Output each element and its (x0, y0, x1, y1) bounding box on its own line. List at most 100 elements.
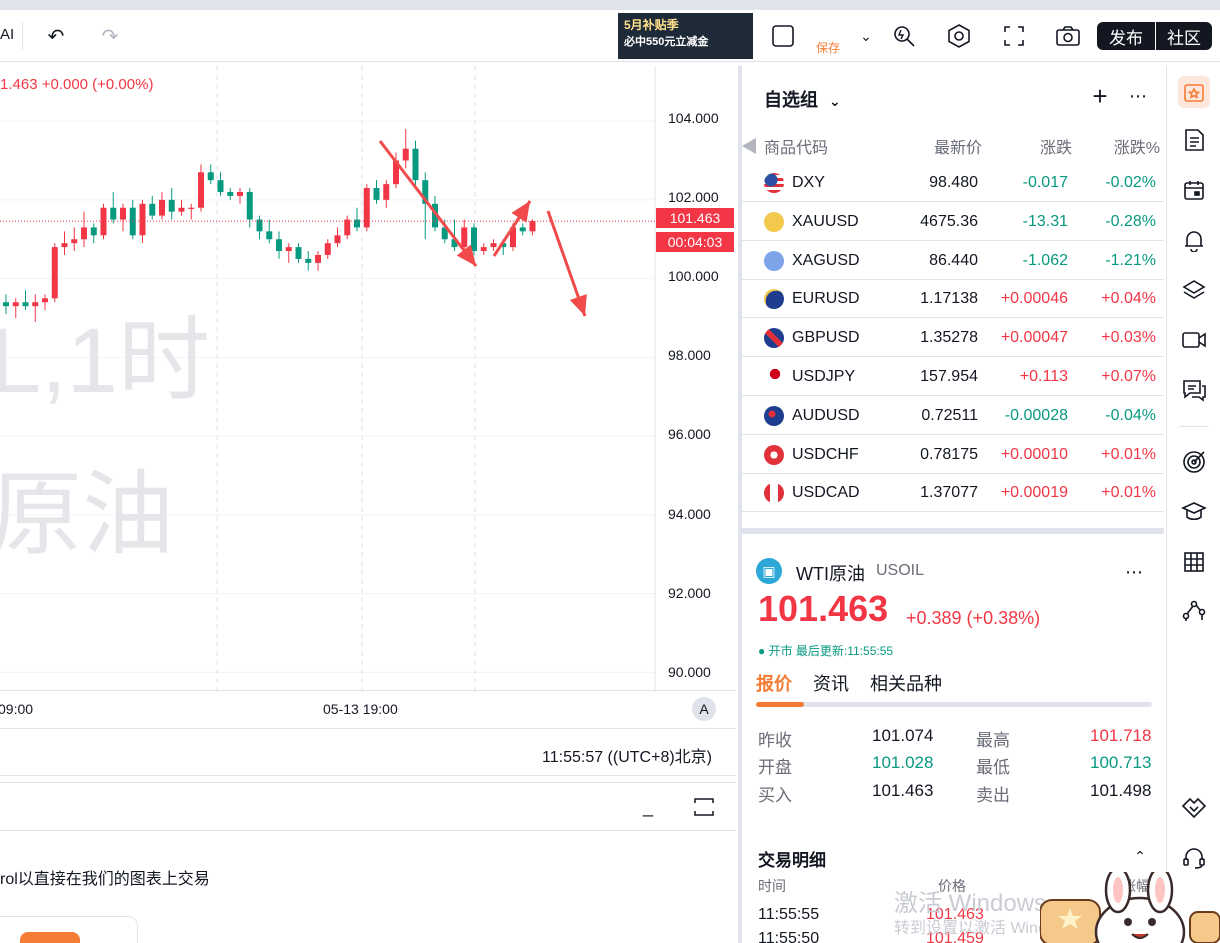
row-change: +0.00047 (1000, 329, 1068, 347)
watchlist-row[interactable]: USDJPY 157.954 +0.113 +0.07% (742, 358, 1164, 396)
row-last: 98.480 (929, 174, 978, 191)
bid-value: 101.463 (872, 781, 934, 800)
trading-panel-header: _ (0, 783, 736, 831)
candle-body (90, 227, 97, 236)
last-price-tag: 101.463 (656, 208, 734, 228)
broker-connect-text: rol以直接在我们的图表上交易 (0, 871, 210, 888)
trading-panel: _ rol以直接在我们的图表上交易 (0, 782, 736, 943)
price-axis-label: 104.000 (668, 110, 719, 126)
settings-hexagon-icon[interactable] (945, 22, 973, 50)
promo-banner[interactable]: 5月补贴季 必中550元立减金 (618, 13, 753, 59)
add-symbol-icon[interactable]: + (1086, 81, 1114, 111)
candle-body (412, 148, 419, 181)
camera-icon[interactable] (1054, 22, 1082, 50)
community-button[interactable]: 社区 (1156, 22, 1212, 50)
annotation-arrow-line (378, 140, 478, 267)
trade-time: 11:55:55 (758, 906, 820, 923)
chat-icon[interactable] (1178, 374, 1210, 406)
open-value: 101.028 (872, 753, 934, 772)
more-icon[interactable]: ⋯ (1120, 558, 1148, 586)
publish-button[interactable]: 发布 (1097, 22, 1155, 50)
minimize-icon[interactable]: _ (634, 793, 662, 821)
watchlist-icon[interactable] (1178, 76, 1210, 108)
ai-label[interactable]: AI (0, 26, 14, 43)
clock-timezone[interactable]: 11:55:57 ((UTC+8)北京) (542, 743, 712, 767)
save-button[interactable]: 保存 (816, 39, 840, 56)
news-icon[interactable] (1178, 124, 1210, 156)
watchlist-row[interactable]: USDCAD 1.37077 +0.00019 +0.01% (742, 474, 1164, 513)
layers-icon[interactable] (1178, 274, 1210, 306)
trades-title[interactable]: 交易明细 (758, 846, 826, 871)
col-change-pct[interactable]: 涨跌% (1114, 134, 1160, 158)
watchlist-row[interactable]: XAUUSD 4675.36 -13.31 -0.28% (742, 203, 1164, 241)
connect-button[interactable] (20, 932, 80, 943)
support-headset-icon[interactable] (1178, 842, 1210, 874)
window-strip (0, 0, 1220, 10)
candle-body (110, 207, 117, 220)
col-change[interactable]: 涨跌 (1040, 134, 1072, 158)
more-icon[interactable]: ⋯ (1124, 82, 1152, 110)
chart-pane[interactable]: 1.463 +0.000 (+0.00%) L,1时 原油 104.000 102… (0, 66, 736, 726)
rabbit-sticker-icon[interactable] (1040, 872, 1220, 943)
candle-body (149, 203, 156, 216)
collapse-arrow-icon[interactable] (742, 138, 756, 154)
watchlist-title[interactable]: 自选组 ⌄ (764, 86, 841, 112)
col-symbol[interactable]: 商品代码 (764, 134, 828, 158)
watchlist-row[interactable]: EURUSD 1.17138 +0.00046 +0.04% (742, 280, 1164, 319)
education-icon[interactable] (1178, 496, 1210, 528)
row-change-pct: -0.02% (1105, 174, 1156, 191)
tab-related[interactable]: 相关品种 (870, 674, 942, 694)
fullscreen-icon[interactable] (1000, 22, 1028, 50)
candle-body (178, 207, 185, 212)
row-change: -0.017 (1022, 174, 1068, 191)
tab-quote[interactable]: 报价 (756, 674, 792, 694)
tab-news[interactable]: 资讯 (813, 674, 849, 694)
candle-body (266, 231, 273, 240)
watchlist-header: 商品代码 最新价 涨跌 涨跌% (742, 134, 1168, 158)
video-icon[interactable] (1178, 324, 1210, 356)
row-change: +0.00046 (1000, 290, 1068, 308)
table-icon[interactable] (1178, 546, 1210, 578)
chevron-up-icon[interactable]: ⌃ (1126, 842, 1154, 870)
handshake-icon[interactable] (1178, 792, 1210, 824)
row-change: -13.31 (1022, 212, 1068, 230)
watchlist-row[interactable]: XAGUSD 86.440 -1.062 -1.21% (742, 242, 1164, 280)
row-last: 157.954 (920, 368, 978, 385)
col-last[interactable]: 最新价 (934, 134, 982, 158)
candle-body (480, 247, 487, 252)
row-change-pct: +0.01% (1101, 445, 1156, 463)
watchlist-title-text: 自选组 (764, 90, 818, 110)
candle-body (461, 227, 468, 248)
watchlist-row[interactable]: DXY 98.480 -0.017 -0.02% (742, 164, 1164, 202)
row-change-pct: +0.04% (1101, 290, 1156, 308)
candle-body (188, 207, 195, 209)
row-change: -0.00028 (1004, 406, 1068, 424)
candle-body (81, 227, 87, 240)
row-symbol: USDCAD (792, 484, 860, 502)
maximize-icon[interactable] (690, 793, 718, 821)
row-change: +0.00010 (1000, 445, 1068, 463)
auto-scale-button[interactable]: A (692, 697, 716, 721)
redo-icon[interactable]: ↷ (96, 22, 124, 50)
watchlist-row[interactable]: GBPUSD 1.35278 +0.00047 +0.03% (742, 319, 1164, 358)
target-icon[interactable] (1178, 446, 1210, 478)
us-flag-icon (764, 173, 784, 193)
candle-body (246, 191, 253, 220)
candle-body (295, 247, 302, 259)
alert-bell-icon[interactable] (1178, 224, 1210, 256)
time-axis[interactable]: 09:00 05-13 19:00 (0, 690, 736, 726)
price-axis-label: 102.000 (668, 189, 719, 206)
candle-body (471, 227, 477, 252)
undo-icon[interactable]: ↶ (42, 22, 70, 50)
chevron-down-icon[interactable]: ⌄ (852, 22, 880, 50)
layout-square-icon[interactable] (769, 22, 797, 50)
watchlist-row[interactable]: AUDUSD 0.72511 -0.00028 -0.04% (742, 397, 1164, 435)
network-icon[interactable] (1178, 594, 1210, 626)
price-axis-label: 92.000 (668, 584, 711, 601)
countdown-tag: 00:04:03 (656, 232, 734, 252)
ch-flag-icon (764, 444, 784, 465)
watchlist-row[interactable]: USDCHF 0.78175 +0.00010 +0.01% (742, 436, 1164, 474)
candle-body (344, 219, 351, 236)
quick-search-icon[interactable] (890, 22, 918, 50)
calendar-icon[interactable] (1178, 174, 1210, 206)
